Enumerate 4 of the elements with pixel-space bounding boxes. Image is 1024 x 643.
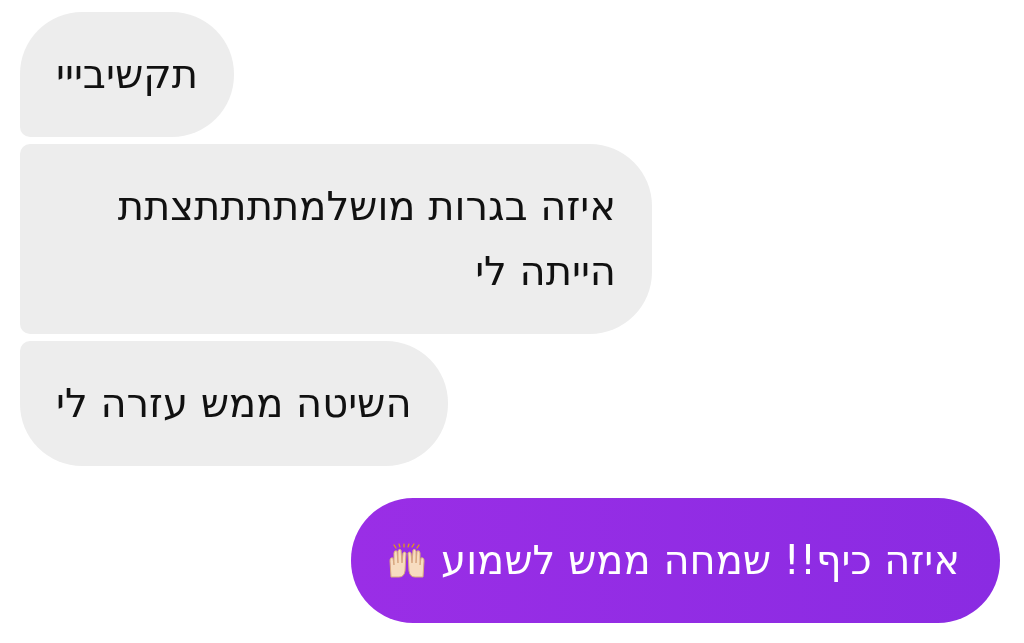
message-text: תקשיבייי [56, 50, 198, 99]
message-text: איזה בגרות מושלמתתתתצתת הייתה לי [116, 182, 616, 296]
message-text: השיטה ממש עזרה לי [56, 379, 412, 428]
message-text: איזה כיף!! שמחה ממש לשמוע [441, 536, 960, 585]
